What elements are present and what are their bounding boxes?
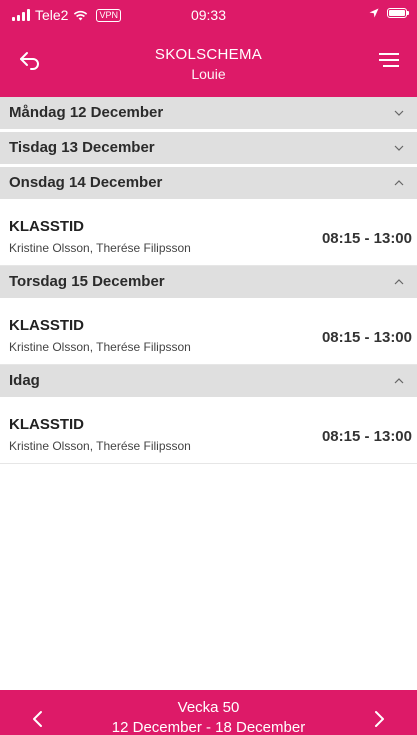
page-title: SKOLSCHEMA <box>154 46 263 63</box>
status-bar: Tele2 VPN 09:33 <box>0 0 417 30</box>
week-navigation-footer: Vecka 50 12 December - 18 December <box>0 690 417 735</box>
day-label: Torsdag 15 December <box>9 273 165 290</box>
lesson-teachers: Kristine Olsson, Therése Filipsson <box>9 439 191 453</box>
lesson-teachers: Kristine Olsson, Therése Filipsson <box>9 340 191 354</box>
day-header-wednesday[interactable]: Onsdag 14 December <box>0 167 417 202</box>
chevron-up-icon <box>394 378 404 384</box>
chevron-down-icon <box>394 110 404 116</box>
chevron-up-icon <box>394 180 404 186</box>
lesson-time: 08:15 - 13:00 <box>321 329 412 346</box>
app-header: Tele2 VPN 09:33 SKOLSCHEMA Louie <box>0 0 417 97</box>
day-header-tuesday[interactable]: Tisdag 13 December <box>0 132 417 167</box>
schedule-list: Måndag 12 December Tisdag 13 December On… <box>0 97 417 464</box>
location-arrow-icon <box>369 8 379 18</box>
battery-icon <box>387 8 409 18</box>
chevron-right-icon[interactable] <box>371 710 387 728</box>
nav-bar: SKOLSCHEMA Louie <box>0 30 417 97</box>
lesson-teachers: Kristine Olsson, Therése Filipsson <box>9 241 191 255</box>
status-time: 09:33 <box>190 7 227 23</box>
hamburger-menu-icon[interactable] <box>375 46 403 74</box>
day-header-monday[interactable]: Måndag 12 December <box>0 97 417 132</box>
lesson-item[interactable]: KLASSTID Kristine Olsson, Therése Filips… <box>0 400 417 464</box>
day-label: Tisdag 13 December <box>9 139 155 156</box>
day-label: Måndag 12 December <box>9 104 164 121</box>
status-right <box>369 8 409 18</box>
lesson-title: KLASSTID <box>9 218 84 235</box>
day-header-today[interactable]: Idag <box>0 365 417 400</box>
chevron-down-icon <box>394 145 404 151</box>
app-screen: Tele2 VPN 09:33 SKOLSCHEMA Louie Måndag … <box>0 0 417 735</box>
week-number: Vecka 50 <box>177 699 240 716</box>
chevron-up-icon <box>394 279 404 285</box>
lesson-item[interactable]: KLASSTID Kristine Olsson, Therése Filips… <box>0 202 417 266</box>
day-label: Onsdag 14 December <box>9 174 163 191</box>
lesson-title: KLASSTID <box>9 317 84 334</box>
student-name: Louie <box>191 66 226 82</box>
day-header-thursday[interactable]: Torsdag 15 December <box>0 266 417 301</box>
lesson-item[interactable]: KLASSTID Kristine Olsson, Therése Filips… <box>0 301 417 365</box>
day-label: Idag <box>9 372 40 389</box>
week-date-range: 12 December - 18 December <box>111 719 306 735</box>
lesson-time: 08:15 - 13:00 <box>321 230 412 247</box>
lesson-title: KLASSTID <box>9 416 84 433</box>
lesson-time: 08:15 - 13:00 <box>321 428 412 445</box>
